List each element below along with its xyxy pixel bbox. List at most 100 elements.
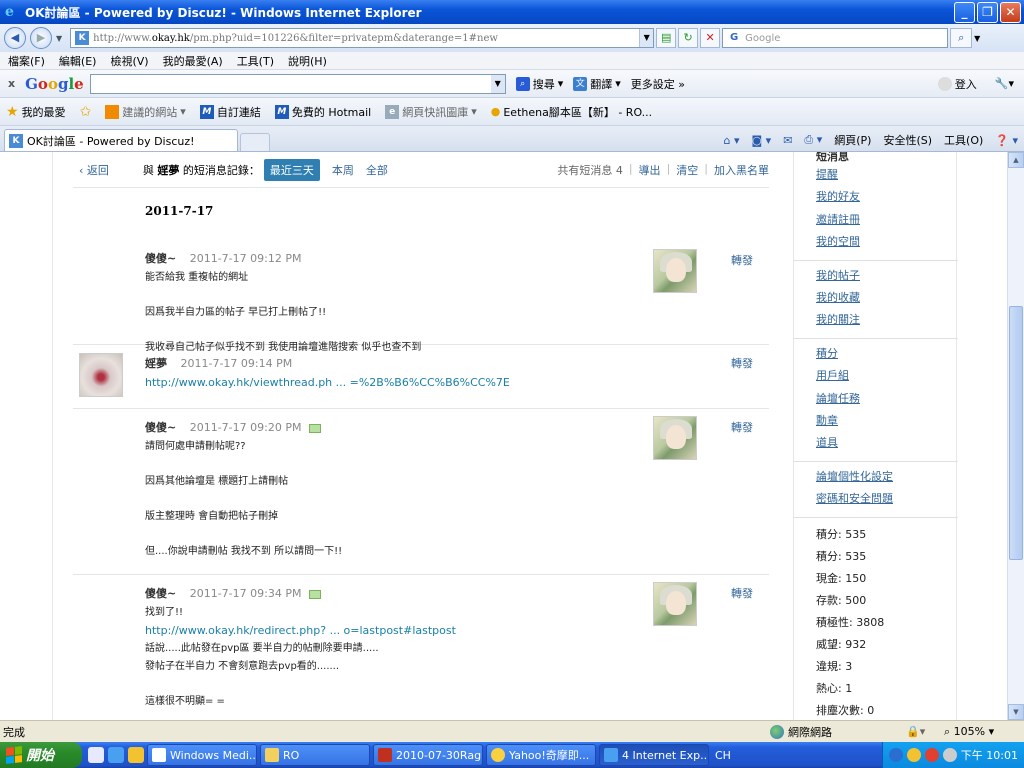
menu-help[interactable]: 說明(H) [288,53,327,69]
show-desktop-icon[interactable] [88,747,104,763]
address-dropdown-icon[interactable]: ▼ [639,29,654,47]
page-menu[interactable]: 網頁(P) [834,132,871,148]
ie-quick-launch-icon[interactable] [108,747,124,763]
taskbar-item-media[interactable]: Windows Medi... [147,744,257,766]
sidebar-item-usergroup[interactable]: 用戶組 [816,365,958,387]
tab-active[interactable]: K OK討論區 - Powered by Discuz! [4,129,238,151]
tab-this-week[interactable]: 本周 [332,162,354,178]
sidebar-item-password[interactable]: 密碼和安全問題 [816,488,958,510]
restore-button[interactable]: ❐ [977,2,998,23]
custom-links-link[interactable]: M 自訂連結 [199,104,261,120]
translate-button[interactable]: 文翻譯 ▾ [573,76,621,92]
ethena-link[interactable]: ● Eethena腳本區【新】 - RO... [491,104,652,120]
forward-link[interactable]: 轉發 [731,585,753,601]
wrench-icon[interactable]: 🔧▾ [995,77,1014,90]
export-link[interactable]: 導出 [639,162,661,178]
menu-favorites[interactable]: 我的最愛(A) [163,53,223,69]
google-search-input[interactable]: ▼ [89,73,506,94]
home-icon[interactable]: ⌂ ▾ [723,134,739,147]
language-indicator[interactable]: CH [715,749,731,762]
search-button[interactable]: ⌕ [950,28,973,48]
close-toolbar-icon[interactable]: x [8,77,15,90]
sidebar-item-following[interactable]: 我的關注 [816,309,958,331]
message-author[interactable]: 傻傻~ [145,587,176,600]
start-button[interactable]: 開始 [0,742,82,768]
messenger-icon[interactable] [128,747,144,763]
hotmail-link[interactable]: M 免費的 Hotmail [274,104,371,120]
tools-menu[interactable]: 工具(O) [944,132,983,148]
scroll-up-icon[interactable]: ▲ [1008,152,1024,168]
avatar[interactable] [79,353,123,397]
blacklist-link[interactable]: 加入黑名單 [714,162,769,178]
google-logo[interactable]: Google [25,75,84,93]
close-button[interactable]: ✕ [1000,2,1021,23]
menu-view[interactable]: 檢視(V) [110,53,148,69]
back-link[interactable]: ‹ 返回 [79,162,109,178]
minimize-button[interactable]: _ [954,2,975,23]
google-dropdown-icon[interactable]: ▼ [490,74,505,93]
stop-icon[interactable]: ✕ [700,28,721,48]
forward-link[interactable]: 轉發 [731,419,753,435]
sidebar-item-medals[interactable]: 勳章 [816,410,958,432]
tab-last-three-days[interactable]: 最近三天 [263,158,320,181]
message-link[interactable]: http://www.okay.hk/redirect.php? ... o=l… [145,624,456,637]
favorites-button[interactable]: ★ 我的最愛 [6,104,66,120]
clear-link[interactable]: 清空 [676,162,698,178]
new-tab-button[interactable] [240,133,270,151]
taskbar-item-image[interactable]: 2010-07-30Rag... [373,744,483,766]
menu-file[interactable]: 檔案(F) [8,53,45,69]
message-author[interactable]: 傻傻~ [145,252,176,265]
search-options-dropdown[interactable]: ▼ [974,34,980,43]
compatibility-view-icon[interactable]: ▤ [656,28,677,48]
search-field[interactable]: G Google [722,28,949,48]
sidebar-item-credits[interactable]: 積分 [816,343,958,365]
protected-mode-icon[interactable]: 🔒▾ [906,725,925,738]
forward-button[interactable]: ▶ [30,27,52,49]
sidebar-item-tasks[interactable]: 論壇任務 [816,388,958,410]
login-button[interactable]: 登入 [937,76,977,92]
mail-icon[interactable]: ✉ [783,134,792,147]
tray-speaker-icon[interactable] [942,748,957,762]
sidebar-item-items[interactable]: 道具 [816,432,958,454]
tab-all[interactable]: 全部 [366,162,388,178]
sidebar-item-friends[interactable]: 我的好友 [816,186,958,208]
sidebar-item-personalize[interactable]: 論壇個性化設定 [816,466,958,488]
tray-security-icon[interactable] [924,748,939,762]
menu-edit[interactable]: 編輯(E) [59,53,97,69]
zoom-level[interactable]: ⌕ 105% ▾ [944,725,994,739]
taskbar-item-ie[interactable]: 4 Internet Exp... ▾ [599,744,709,766]
google-search-button[interactable]: ⌕ 搜尋 ▾ [515,76,563,92]
vertical-scrollbar[interactable]: ▲ ▼ [1007,152,1024,720]
feeds-icon[interactable]: ◙ ▾ [751,134,771,147]
sidebar-item-favorites[interactable]: 我的收藏 [816,287,958,309]
avatar[interactable] [653,416,697,460]
web-slice-gallery-link[interactable]: e 網頁快訊圖庫 ▾ [385,104,477,120]
sidebar-item-invite[interactable]: 邀請註冊 [816,209,958,231]
message-link[interactable]: http://www.okay.hk/viewthread.ph ... =%2… [145,376,510,389]
scroll-down-icon[interactable]: ▼ [1008,704,1024,720]
recent-pages-dropdown[interactable]: ▼ [56,34,62,43]
scrollbar-thumb[interactable] [1009,306,1023,560]
safety-menu[interactable]: 安全性(S) [883,132,932,148]
back-button[interactable]: ◀ [4,27,26,49]
tray-messenger-icon[interactable] [906,748,921,762]
taskbar-item-ro[interactable]: RO [260,744,370,766]
menu-tools[interactable]: 工具(T) [237,53,274,69]
forward-link[interactable]: 轉發 [731,252,753,268]
address-field[interactable]: K http://www.okay.hk/pm.php?uid=101226&f… [70,28,655,48]
tray-arrow-icon[interactable] [888,748,903,762]
avatar[interactable] [653,249,697,293]
suggested-sites-link[interactable]: 建議的網站 ▾ [105,104,186,120]
forward-link[interactable]: 轉發 [731,355,753,371]
sidebar-item-my-posts[interactable]: 我的帖子 [816,265,958,287]
sidebar-item-space[interactable]: 我的空間 [816,231,958,253]
taskbar-item-yahoo[interactable]: Yahoo!奇摩即... [486,744,596,766]
help-icon[interactable]: ❓ ▾ [995,134,1018,147]
sidebar-item-notice[interactable]: 提醒 [816,164,958,186]
print-icon[interactable]: ⎙ ▾ [804,133,822,147]
message-author[interactable]: 婬夢 [145,357,167,370]
avatar[interactable] [653,582,697,626]
refresh-icon[interactable]: ↻ [678,28,699,48]
more-settings-button[interactable]: 更多設定 » [631,76,685,92]
message-author[interactable]: 傻傻~ [145,421,176,434]
